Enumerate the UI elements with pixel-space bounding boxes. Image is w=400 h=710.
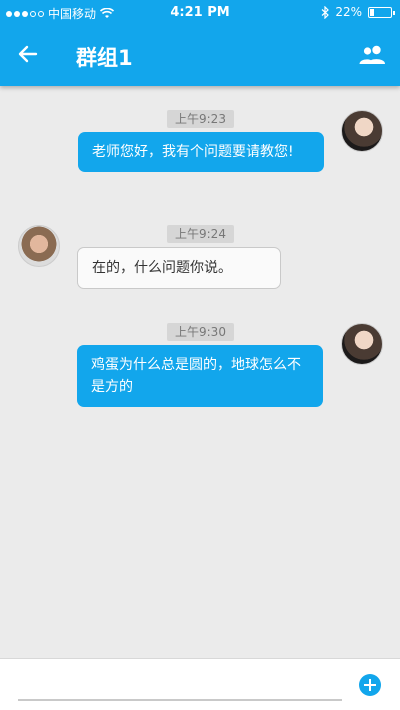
bluetooth-icon: [321, 5, 330, 19]
page-title: 群组1: [76, 46, 133, 70]
message-bubble[interactable]: 鸡蛋为什么总是圆的，地球怎么不是方的: [77, 345, 323, 407]
arrow-left-icon[interactable]: [14, 40, 42, 68]
avatar[interactable]: [341, 110, 383, 152]
plus-circle-icon[interactable]: [359, 674, 381, 696]
battery-icon: [368, 6, 395, 18]
people-icon[interactable]: [358, 42, 386, 68]
message-bubble[interactable]: 老师您好，我有个问题要请教您!: [78, 132, 324, 172]
app-header: 中国移动 4:21 PM 22% 群组1: [0, 0, 400, 86]
message-timestamp: 上午9:23: [167, 110, 234, 128]
nav-bar: 群组1: [0, 26, 400, 86]
composer-bar: [0, 658, 400, 710]
input-underline: [18, 699, 342, 701]
message-timestamp: 上午9:30: [167, 323, 234, 341]
message-bubble[interactable]: 在的，什么问题你说。: [77, 247, 281, 289]
message-input[interactable]: [18, 669, 342, 697]
avatar[interactable]: [18, 225, 60, 267]
avatar[interactable]: [341, 323, 383, 365]
status-bar: 中国移动 4:21 PM 22%: [0, 0, 400, 26]
message-list[interactable]: 上午9:23 老师您好，我有个问题要请教您! 上午9:24 在的，什么问题你说。…: [0, 86, 400, 658]
message-timestamp: 上午9:24: [167, 225, 234, 243]
battery-percent: 22%: [335, 5, 362, 19]
